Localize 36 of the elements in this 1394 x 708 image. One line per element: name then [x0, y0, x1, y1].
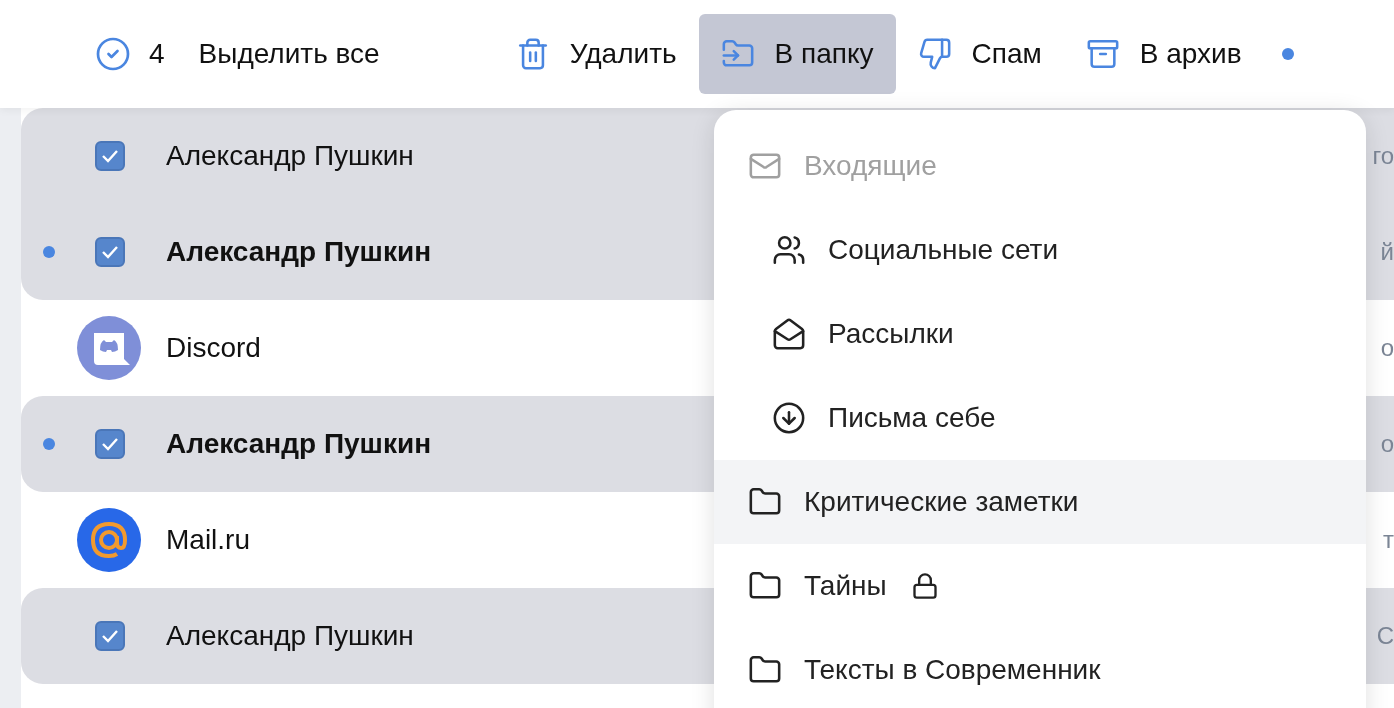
thumbs-down-icon: [917, 37, 952, 71]
message-snippet: о: [1380, 430, 1394, 458]
checkbox[interactable]: [95, 621, 125, 651]
select-all-button[interactable]: Выделить все: [198, 38, 380, 70]
message-snippet: й: [1380, 238, 1394, 266]
message-snippet: т: [1383, 526, 1394, 554]
toolbar-button[interactable]: В папку: [698, 14, 896, 94]
avatar-icon: [77, 316, 141, 380]
toolbar-button[interactable]: Удалить: [493, 14, 699, 94]
sender-name: Александр Пушкин: [166, 140, 414, 172]
checkbox[interactable]: [95, 141, 125, 171]
check-icon: [101, 149, 119, 163]
toolbar-button[interactable]: В архив: [1063, 14, 1264, 94]
people-icon: [772, 233, 806, 267]
unread-dot-icon[interactable]: [1281, 48, 1294, 60]
sender-name: Александр Пушкин: [166, 428, 432, 460]
avatar-icon: [77, 508, 141, 572]
sender-name: Александр Пушкин: [166, 236, 432, 268]
message-snippet: С: [1376, 622, 1394, 650]
archive-icon: [1085, 37, 1120, 71]
select-check-icon[interactable]: [95, 36, 131, 72]
check-icon: [101, 629, 119, 643]
open-envelope-icon: [772, 317, 806, 351]
sender-name: Александр Пушкин: [166, 620, 414, 652]
folder-menu-item[interactable]: Критические заметки: [714, 460, 1366, 544]
toolbar-button[interactable]: Спам: [895, 14, 1064, 94]
checkbox[interactable]: [95, 429, 125, 459]
check-icon: [101, 245, 119, 259]
download-icon: [772, 401, 806, 435]
sender-name: Discord: [166, 332, 261, 364]
check-icon: [101, 437, 119, 451]
selected-count: 4: [149, 38, 165, 70]
message-snippet: о: [1380, 334, 1394, 362]
message-snippet: го: [1372, 142, 1394, 170]
sender-name: Mail.ru: [166, 524, 250, 556]
checkbox[interactable]: [95, 237, 125, 267]
